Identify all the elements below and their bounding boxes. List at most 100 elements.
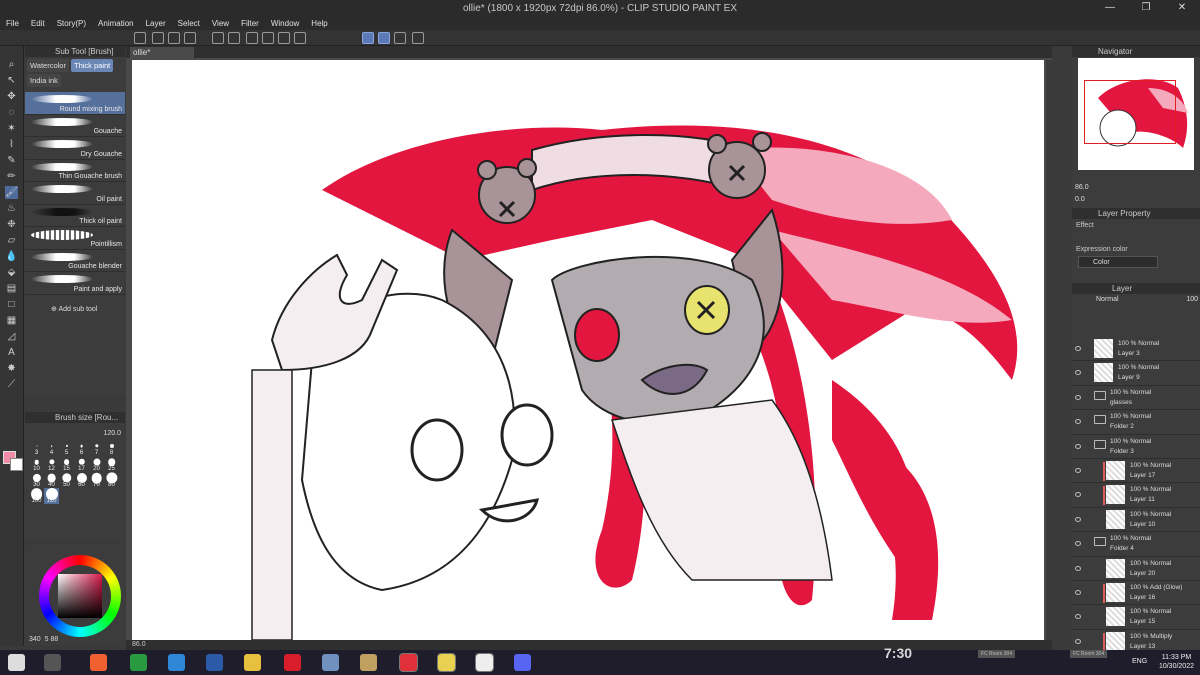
menu-animation[interactable]: Animation — [92, 19, 140, 28]
brush-size-preset[interactable]: 15 — [59, 456, 74, 472]
eye-icon[interactable] — [1075, 589, 1081, 595]
brush-size-preset[interactable]: 17 — [74, 456, 89, 472]
layer-row[interactable]: 100 % Normal glasses — [1072, 386, 1200, 411]
record-icon[interactable] — [412, 32, 424, 44]
correct-line-icon[interactable]: ⟋ — [5, 378, 18, 391]
layer-row[interactable]: 100 % Normal Layer 17 — [1072, 459, 1200, 484]
brush-size-preset[interactable]: 80 — [104, 472, 119, 488]
navigator-zoom-value[interactable]: 86.0 — [1075, 184, 1089, 191]
eye-icon[interactable] — [1075, 467, 1081, 473]
photos-icon[interactable] — [322, 654, 339, 671]
folder-icon[interactable] — [1094, 439, 1106, 449]
folder-icon[interactable] — [1094, 537, 1106, 547]
snap-special-ruler-icon[interactable] — [378, 32, 390, 44]
brush-item[interactable]: Pointillism — [25, 227, 125, 250]
layer-row[interactable]: 100 % Normal Layer 9 — [1072, 361, 1200, 386]
menu-select[interactable]: Select — [172, 19, 206, 28]
tab-india-ink[interactable]: India ink — [27, 74, 61, 87]
lasso-tool-icon[interactable]: ◌ — [5, 106, 18, 119]
brush-item[interactable]: Dry Gouache — [25, 137, 125, 160]
brush-size-value[interactable]: 120.0 — [103, 430, 121, 437]
open-folder-icon[interactable] — [168, 32, 180, 44]
redo-icon[interactable] — [228, 32, 240, 44]
brush-size-preset[interactable]: 70 — [89, 472, 104, 488]
zoom-tool-icon[interactable]: ⌕ — [5, 58, 18, 71]
layer-row[interactable]: 100 % Add (Glow) Layer 16 — [1072, 581, 1200, 606]
figure-icon[interactable]: □ — [5, 298, 18, 311]
home-icon[interactable] — [134, 32, 146, 44]
menu-edit[interactable]: Edit — [25, 19, 51, 28]
ruler-icon[interactable]: ◿ — [5, 330, 18, 343]
add-subtool-button[interactable]: ⊕ Add sub tool — [25, 295, 125, 313]
eye-icon[interactable] — [1075, 638, 1081, 644]
eye-icon[interactable] — [1075, 443, 1081, 449]
layer-row[interactable]: 100 % Normal Layer 11 — [1072, 483, 1200, 508]
menu-file[interactable]: File — [0, 19, 25, 28]
hue-ring[interactable] — [39, 555, 121, 637]
spreadsheet-icon[interactable] — [130, 654, 147, 671]
maximize-button[interactable]: ❐ — [1128, 0, 1164, 16]
sub-color-swatch[interactable] — [10, 458, 23, 471]
layer-row[interactable]: 100 % Normal Layer 15 — [1072, 605, 1200, 630]
navigator-view-frame[interactable] — [1084, 80, 1176, 144]
opera-icon[interactable] — [284, 654, 301, 671]
brush-size-preset[interactable]: 12 — [44, 456, 59, 472]
text-tool-icon[interactable]: A — [5, 346, 18, 359]
close-button[interactable]: ✕ — [1164, 0, 1200, 16]
brush-size-preset[interactable]: 60 — [74, 472, 89, 488]
menu-layer[interactable]: Layer — [140, 19, 172, 28]
menu-filter[interactable]: Filter — [235, 19, 265, 28]
menu-story[interactable]: Story(P) — [51, 19, 92, 28]
airbrush-icon[interactable]: ♨ — [5, 202, 18, 215]
transform-icon[interactable] — [294, 32, 306, 44]
eye-icon[interactable] — [1075, 419, 1081, 425]
navigator-preview[interactable] — [1078, 58, 1194, 170]
windows-start-icon[interactable] — [8, 654, 25, 671]
layer-row[interactable]: 100 % Normal Layer 20 — [1072, 557, 1200, 581]
paint-icon[interactable] — [360, 654, 377, 671]
brush-item[interactable]: Thick oil paint — [25, 205, 125, 227]
layer-row[interactable]: 100 % Normal Folder 4 — [1072, 532, 1200, 557]
brush-size-preset[interactable]: 100 — [29, 488, 44, 504]
brush-tool-icon[interactable]: 🖌 — [5, 186, 18, 199]
brush-item[interactable]: Oil paint — [25, 182, 125, 205]
balloon-icon[interactable]: ✸ — [5, 362, 18, 375]
eyedropper-icon[interactable]: ⌇ — [5, 138, 18, 151]
brush-size-preset[interactable]: 120 — [44, 488, 59, 504]
edge-icon[interactable] — [168, 654, 185, 671]
language-indicator[interactable]: ENG — [1132, 658, 1147, 665]
minimize-button[interactable]: — — [1092, 0, 1128, 16]
new-file-icon[interactable] — [152, 32, 164, 44]
operation-tool-icon[interactable]: ↖ — [5, 74, 18, 87]
eye-icon[interactable] — [1075, 516, 1081, 522]
brave-icon[interactable] — [90, 654, 107, 671]
brush-size-preset[interactable]: 5 — [59, 440, 74, 456]
brush-size-preset[interactable]: 7 — [89, 440, 104, 456]
snap-ruler-icon[interactable] — [362, 32, 374, 44]
navigator-rotate-value[interactable]: 0.0 — [1075, 196, 1085, 203]
layer-row[interactable]: 100 % Normal Layer 3 — [1072, 337, 1200, 362]
layer-row[interactable]: 100 % Normal Layer 10 — [1072, 508, 1200, 533]
blend-tool-icon[interactable]: 💧 — [5, 250, 18, 263]
folder-icon[interactable] — [1094, 390, 1106, 400]
folder-icon[interactable] — [1094, 415, 1106, 425]
keyboard-icon[interactable] — [44, 654, 61, 671]
pencil-tool-icon[interactable]: ✏ — [5, 170, 18, 183]
brush-size-preset[interactable]: 4 — [44, 440, 59, 456]
saturation-value-square[interactable] — [58, 574, 102, 618]
file-explorer-icon[interactable] — [244, 654, 261, 671]
gradient-icon[interactable]: ▤ — [5, 282, 18, 295]
brush-size-preset[interactable]: 3 — [29, 440, 44, 456]
brush-size-preset[interactable]: 6 — [74, 440, 89, 456]
clear-icon[interactable] — [262, 32, 274, 44]
layer-row[interactable]: 100 % Normal Folder 3 — [1072, 435, 1200, 459]
drawing-canvas[interactable] — [132, 60, 1044, 640]
layer-opacity-value[interactable]: 100 — [1186, 296, 1198, 303]
brush-item[interactable]: Gouache — [25, 115, 125, 137]
eye-icon[interactable] — [1075, 370, 1081, 376]
brush-size-preset[interactable]: 25 — [104, 456, 119, 472]
eye-icon[interactable] — [1075, 394, 1081, 400]
brush-size-preset[interactable]: 40 — [44, 472, 59, 488]
canvas-vertical-scrollbar[interactable] — [1046, 60, 1052, 640]
blend-mode-select[interactable]: Normal — [1096, 296, 1119, 303]
